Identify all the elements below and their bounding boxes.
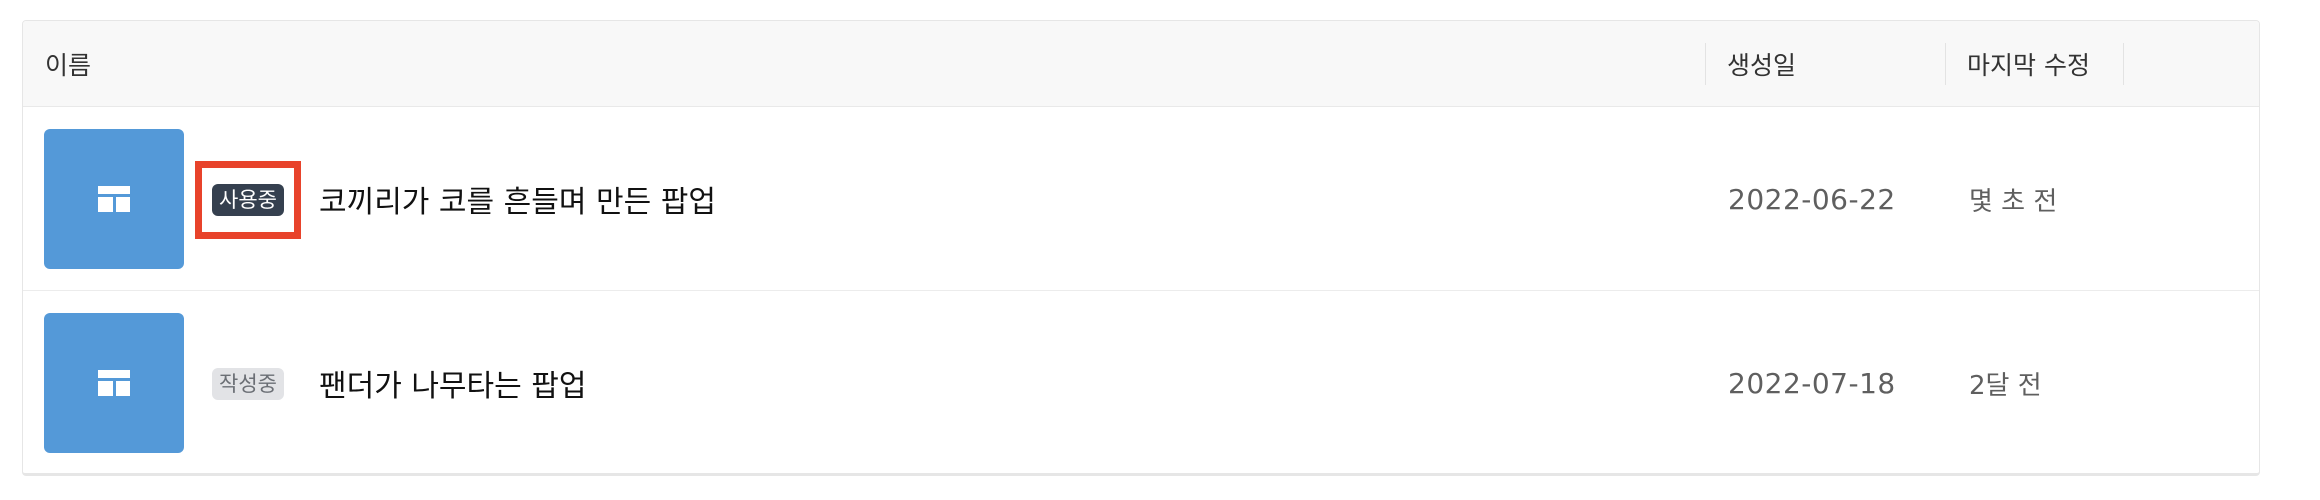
popup-title[interactable]: 팬더가 나무타는 팝업 — [319, 291, 586, 473]
column-header-modified[interactable]: 마지막 수정 — [1945, 21, 2090, 107]
modified-time: 몇 초 전 — [1969, 186, 2058, 217]
status-badge: 작성중 — [212, 368, 284, 400]
created-date: 2022-07-18 — [1728, 366, 1896, 400]
status-badge: 사용중 — [212, 184, 284, 216]
popup-list-table: 이름 생성일 마지막 수정 사용중 코끼리가 코를 흔들며 만든 팝업 2022… — [22, 20, 2260, 476]
layout-icon — [98, 186, 130, 212]
table-row[interactable]: 사용중 코끼리가 코를 흔들며 만든 팝업 2022-06-22 몇 초 전 — [23, 107, 2259, 291]
modified-time: 2달 전 — [1969, 370, 2042, 401]
layout-icon — [98, 370, 130, 396]
table-header: 이름 생성일 마지막 수정 — [23, 21, 2259, 107]
column-divider[interactable] — [2123, 43, 2124, 85]
status-highlight-box: 사용중 — [195, 161, 301, 239]
column-header-name[interactable]: 이름 — [45, 21, 91, 107]
status-cell: 작성중 — [195, 345, 301, 423]
column-header-created[interactable]: 생성일 — [1705, 21, 1796, 107]
popup-title[interactable]: 코끼리가 코를 흔들며 만든 팝업 — [319, 107, 716, 291]
created-date: 2022-06-22 — [1728, 182, 1896, 216]
popup-thumbnail[interactable] — [44, 313, 184, 453]
table-row[interactable]: 작성중 팬더가 나무타는 팝업 2022-07-18 2달 전 — [23, 291, 2259, 473]
popup-thumbnail[interactable] — [44, 129, 184, 269]
